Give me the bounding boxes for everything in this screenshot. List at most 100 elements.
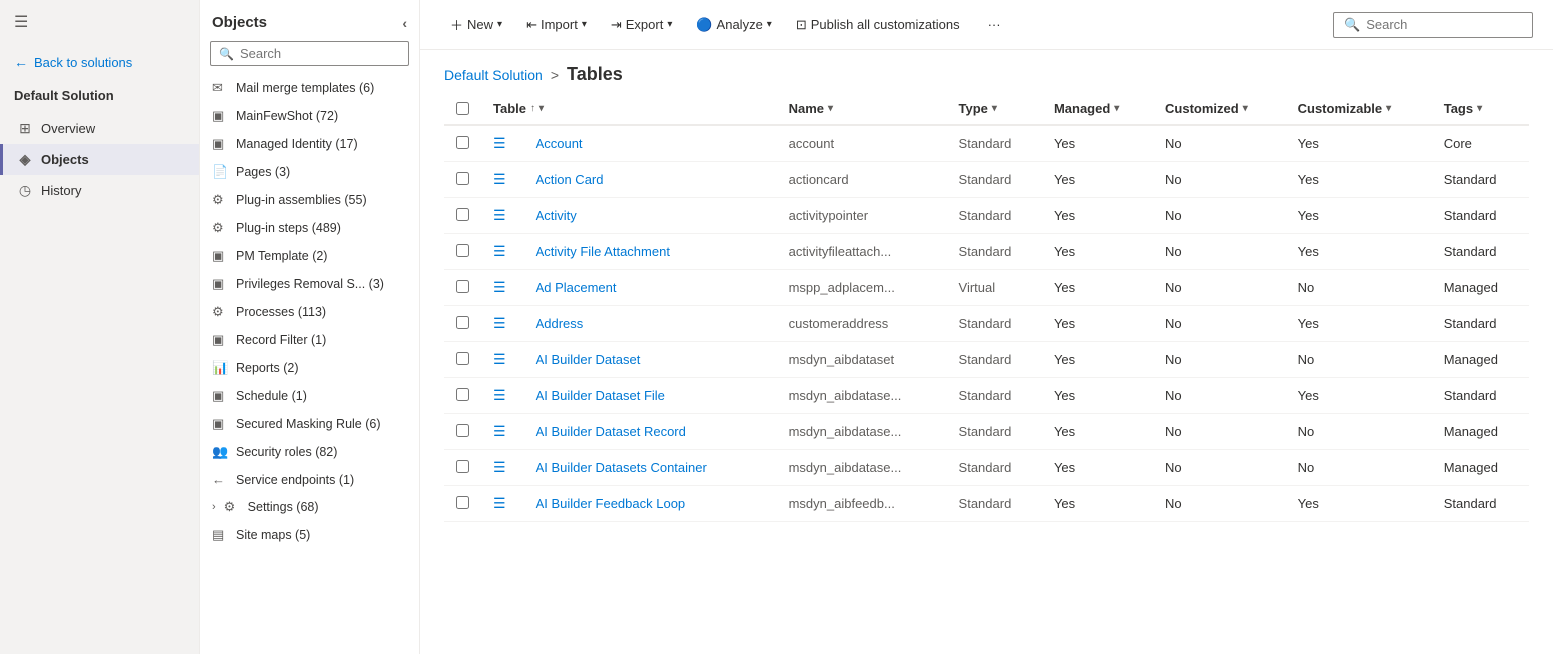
obj-item-mail-merge[interactable]: ✉ Mail merge templates (6) ··· — [200, 74, 419, 102]
objects-search-input[interactable] — [240, 46, 400, 61]
sidebar-item-objects[interactable]: ◈ Objects — [0, 144, 199, 175]
analyze-button[interactable]: 🔵 Analyze ▾ — [686, 12, 781, 38]
row-checkbox-cell[interactable] — [444, 450, 481, 486]
col-table-filter-icon[interactable]: ▾ — [539, 103, 544, 114]
col-managed-filter-icon[interactable]: ▾ — [1114, 103, 1119, 114]
row-table-name[interactable]: Activity File Attachment — [536, 244, 670, 259]
obj-item-managed-identity[interactable]: ▣ Managed Identity (17) ··· — [200, 130, 419, 158]
col-type-filter-icon[interactable]: ▾ — [992, 103, 997, 114]
obj-item-plugin-assemblies[interactable]: ⚙ Plug-in assemblies (55) ··· — [200, 186, 419, 214]
col-customizable-filter-icon[interactable]: ▾ — [1386, 103, 1391, 114]
row-checkbox-cell[interactable] — [444, 342, 481, 378]
objects-search-box[interactable]: 🔍 — [210, 41, 409, 66]
new-button[interactable]: ＋ New ▾ — [440, 10, 512, 39]
col-header-type[interactable]: Type ▾ — [947, 93, 1042, 125]
row-checkbox-cell[interactable] — [444, 125, 481, 162]
import-button[interactable]: ⇤ Import ▾ — [516, 12, 597, 38]
col-header-table[interactable]: Table ↑ ▾ — [481, 93, 777, 125]
row-table-icon: ☰ — [493, 279, 506, 296]
export-dropdown-icon: ▾ — [667, 19, 672, 30]
obj-item-reports[interactable]: 📊 Reports (2) ··· — [200, 354, 419, 382]
row-checkbox[interactable] — [456, 172, 469, 185]
col-type-label: Type — [959, 101, 988, 116]
row-checkbox[interactable] — [456, 496, 469, 509]
obj-item-mainfewshot[interactable]: ▣ MainFewShot (72) ··· — [200, 102, 419, 130]
row-name-cell: activitypointer — [777, 198, 947, 234]
row-checkbox-cell[interactable] — [444, 378, 481, 414]
obj-item-schedule[interactable]: ▣ Schedule (1) ··· — [200, 382, 419, 410]
col-header-tags[interactable]: Tags ▾ — [1432, 93, 1529, 125]
settings-expand-icon[interactable]: › — [212, 501, 216, 513]
row-checkbox[interactable] — [456, 244, 469, 257]
obj-item-service-endpoints[interactable]: ← Service endpoints (1) ··· — [200, 466, 419, 493]
obj-item-site-maps[interactable]: ▤ Site maps (5) ··· — [200, 521, 419, 549]
obj-item-security-roles[interactable]: 👥 Security roles (82) ··· — [200, 438, 419, 466]
row-table-icon: ☰ — [493, 135, 506, 152]
row-checkbox[interactable] — [456, 136, 469, 149]
obj-item-service-endpoints-label: Service endpoints (1) — [236, 473, 387, 487]
row-table-name[interactable]: AI Builder Feedback Loop — [536, 496, 686, 511]
select-all-col[interactable] — [444, 93, 481, 125]
row-checkbox-cell[interactable] — [444, 162, 481, 198]
row-table-name[interactable]: Activity — [536, 208, 577, 223]
row-table-name[interactable]: Account — [536, 136, 583, 151]
row-checkbox-cell[interactable] — [444, 306, 481, 342]
obj-item-reports-label: Reports (2) — [236, 361, 387, 375]
row-type-cell: Standard — [947, 162, 1042, 198]
hamburger-icon[interactable]: ☰ — [14, 12, 28, 32]
row-tags-cell: Standard — [1432, 234, 1529, 270]
obj-item-pm-template[interactable]: ▣ PM Template (2) ··· — [200, 242, 419, 270]
select-all-checkbox[interactable] — [456, 102, 469, 115]
col-name-filter-icon[interactable]: ▾ — [828, 103, 833, 114]
sidebar-item-overview[interactable]: ⊞ Overview — [0, 113, 199, 144]
row-checkbox[interactable] — [456, 460, 469, 473]
row-checkbox-cell[interactable] — [444, 414, 481, 450]
col-header-name[interactable]: Name ▾ — [777, 93, 947, 125]
table-row: ☰ ⋮ Account account Standard Yes No Yes … — [444, 125, 1529, 162]
col-customized-filter-icon[interactable]: ▾ — [1243, 103, 1248, 114]
col-header-customizable[interactable]: Customizable ▾ — [1286, 93, 1432, 125]
row-checkbox[interactable] — [456, 316, 469, 329]
sidebar-item-history[interactable]: ◷ History — [0, 175, 199, 206]
obj-item-record-filter[interactable]: ▣ Record Filter (1) ··· — [200, 326, 419, 354]
row-checkbox-cell[interactable] — [444, 270, 481, 306]
obj-item-secured-masking[interactable]: ▣ Secured Masking Rule (6) ··· — [200, 410, 419, 438]
row-table-name[interactable]: Ad Placement — [536, 280, 617, 295]
toolbar-search-box[interactable]: 🔍 — [1333, 12, 1533, 38]
row-checkbox[interactable] — [456, 424, 469, 437]
row-checkbox[interactable] — [456, 280, 469, 293]
hamburger-menu[interactable]: ☰ — [0, 0, 199, 44]
obj-item-privileges-removal[interactable]: ▣ Privileges Removal S... (3) ··· — [200, 270, 419, 298]
more-actions-button[interactable]: ··· — [978, 12, 1011, 37]
publish-button[interactable]: ⊡ Publish all customizations — [786, 12, 970, 38]
row-table-name[interactable]: Action Card — [536, 172, 604, 187]
obj-item-pages[interactable]: 📄 Pages (3) ··· — [200, 158, 419, 186]
back-to-solutions-button[interactable]: ← Back to solutions — [0, 44, 199, 80]
row-table-cell: ☰ ⋮ AI Builder Dataset — [481, 342, 777, 378]
row-table-name[interactable]: AI Builder Dataset — [536, 352, 641, 367]
row-table-name[interactable]: AI Builder Dataset Record — [536, 424, 686, 439]
col-header-managed[interactable]: Managed ▾ — [1042, 93, 1153, 125]
row-checkbox[interactable] — [456, 352, 469, 365]
row-checkbox[interactable] — [456, 388, 469, 401]
collapse-panel-icon[interactable]: ‹ — [402, 15, 407, 31]
col-header-customized[interactable]: Customized ▾ — [1153, 93, 1286, 125]
export-button[interactable]: ⇥ Export ▾ — [601, 12, 683, 38]
breadcrumb-parent[interactable]: Default Solution — [444, 67, 543, 83]
row-table-icon: ☰ — [493, 315, 506, 332]
col-tags-filter-icon[interactable]: ▾ — [1477, 103, 1482, 114]
row-table-name[interactable]: Address — [536, 316, 584, 331]
toolbar-search-input[interactable] — [1366, 17, 1522, 32]
row-checkbox-cell[interactable] — [444, 198, 481, 234]
obj-item-plugin-steps[interactable]: ⚙ Plug-in steps (489) ··· — [200, 214, 419, 242]
obj-item-pages-label: Pages (3) — [236, 165, 387, 179]
obj-item-settings[interactable]: › ⚙ Settings (68) ··· — [200, 493, 419, 521]
row-table-name[interactable]: AI Builder Datasets Container — [536, 460, 707, 475]
row-checkbox-cell[interactable] — [444, 234, 481, 270]
row-customizable-cell: Yes — [1286, 486, 1432, 522]
row-table-name[interactable]: AI Builder Dataset File — [536, 388, 665, 403]
row-checkbox[interactable] — [456, 208, 469, 221]
row-checkbox-cell[interactable] — [444, 486, 481, 522]
row-tags-cell: Standard — [1432, 198, 1529, 234]
obj-item-processes[interactable]: ⚙ Processes (113) ··· — [200, 298, 419, 326]
